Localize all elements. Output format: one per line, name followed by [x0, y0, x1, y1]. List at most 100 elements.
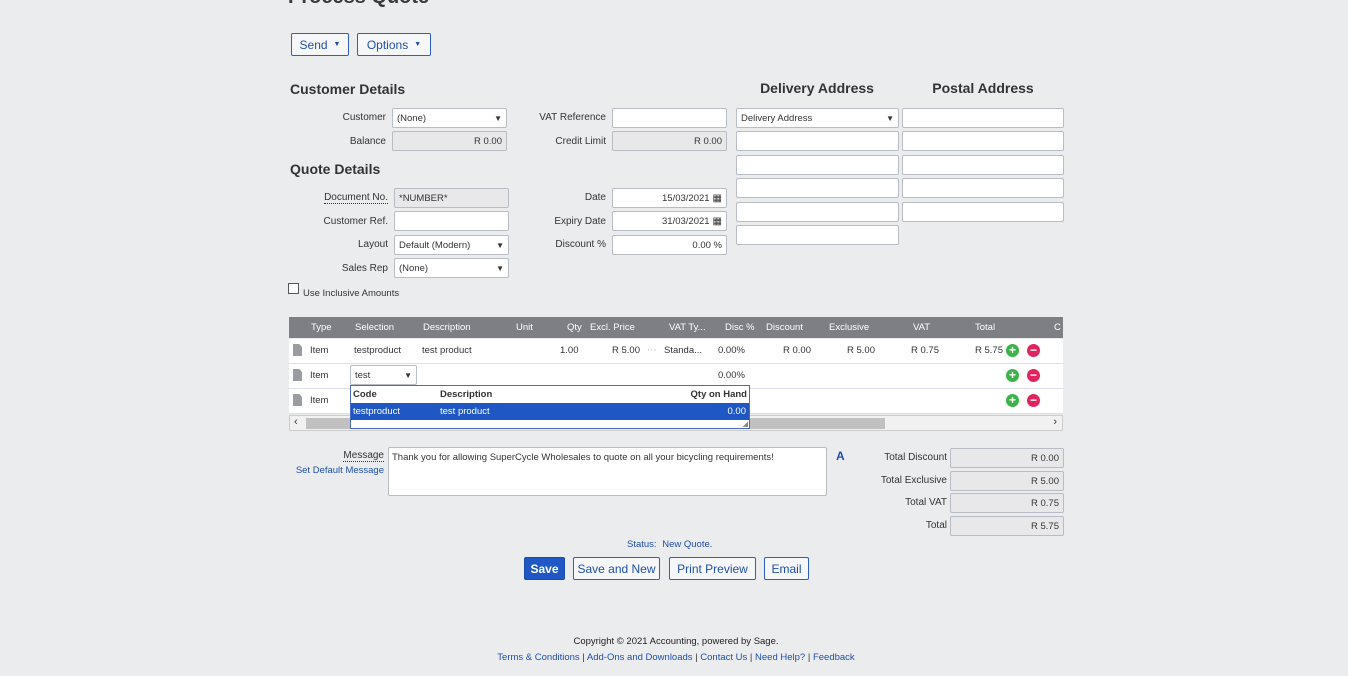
calendar-icon[interactable]: ▦: [713, 216, 722, 227]
col-discount[interactable]: Discount: [766, 322, 803, 333]
col-disc-pct[interactable]: Disc %: [725, 322, 755, 333]
footer-links: Terms & Conditions | Add-Ons and Downloa…: [0, 652, 1348, 663]
table-row[interactable]: Item testproduct test product 1.00 R 5.0…: [289, 339, 1063, 364]
footer-separator: |: [749, 652, 753, 663]
balance-label: Balance: [349, 136, 386, 147]
resize-grip-icon[interactable]: ◢: [743, 420, 748, 428]
col-excl-price[interactable]: Excl. Price: [590, 322, 635, 333]
layout-select[interactable]: Default (Modern) ▼: [394, 235, 509, 255]
discount-label: Discount %: [555, 239, 606, 250]
col-selection[interactable]: Selection: [355, 322, 394, 333]
scroll-left-icon[interactable]: ‹: [294, 416, 298, 428]
postal-address-line[interactable]: [902, 202, 1064, 222]
add-line-icon[interactable]: +: [1006, 344, 1019, 357]
customer-select[interactable]: (None) ▼: [392, 108, 507, 128]
vat-reference-label: VAT Reference: [539, 112, 606, 123]
col-qty[interactable]: Qty: [567, 322, 582, 333]
postal-address-heading: Postal Address: [932, 80, 1034, 96]
total-vat-label: Total VAT: [905, 497, 947, 508]
email-button[interactable]: Email: [764, 557, 809, 580]
total-discount-label: Total Discount: [884, 452, 947, 463]
add-line-icon[interactable]: +: [1006, 394, 1019, 407]
col-type[interactable]: Type: [311, 322, 332, 333]
sales-rep-value: (None): [399, 262, 429, 274]
delivery-address-line[interactable]: [736, 131, 899, 151]
balance-field: R 0.00: [392, 131, 507, 151]
chevron-down-icon: ▼: [496, 263, 504, 273]
postal-address-line[interactable]: [902, 131, 1064, 151]
col-vat-type[interactable]: VAT Ty...: [669, 322, 706, 333]
save-button[interactable]: Save: [524, 557, 565, 580]
customer-details-heading: Customer Details: [290, 81, 406, 97]
lookup-description: test product: [440, 406, 490, 417]
total-exclusive-field: R 5.00: [950, 471, 1064, 491]
delivery-address-line[interactable]: [736, 225, 899, 245]
date-input[interactable]: 15/03/2021 ▦: [612, 188, 727, 208]
status-label: Status:: [627, 539, 657, 550]
calendar-icon[interactable]: ▦: [713, 193, 722, 204]
selection-combobox[interactable]: test ▼: [350, 365, 417, 385]
remove-line-icon[interactable]: −: [1027, 369, 1040, 382]
feedback-link[interactable]: Feedback: [813, 652, 855, 663]
chevron-down-icon[interactable]: ▼: [404, 371, 412, 380]
print-preview-button[interactable]: Print Preview: [669, 557, 756, 580]
help-link[interactable]: Need Help?: [755, 652, 805, 663]
lookup-row-selected[interactable]: testproduct test product 0.00: [351, 403, 749, 420]
cell-vat: R 0.75: [911, 345, 939, 356]
page-title: Process Quote: [288, 0, 429, 9]
delivery-address-value: Delivery Address: [741, 112, 813, 124]
col-unit[interactable]: Unit: [516, 322, 533, 333]
total-exclusive-label: Total Exclusive: [880, 475, 947, 486]
delivery-address-select[interactable]: Delivery Address ▼: [736, 108, 899, 128]
options-button[interactable]: Options ▼: [357, 33, 431, 56]
layout-value: Default (Modern): [399, 239, 471, 251]
cell-disc-pct: 0.00%: [718, 370, 745, 381]
document-icon: [293, 344, 302, 356]
col-vat[interactable]: VAT: [913, 322, 930, 333]
contact-link[interactable]: Contact Us: [700, 652, 747, 663]
remove-line-icon[interactable]: −: [1027, 344, 1040, 357]
postal-address-line[interactable]: [902, 178, 1064, 198]
date-label: Date: [584, 192, 606, 203]
inclusive-amounts-label: Use Inclusive Amounts: [303, 288, 400, 299]
footer-separator: |: [807, 652, 811, 663]
delivery-address-line[interactable]: [736, 202, 899, 222]
options-label: Options: [366, 37, 409, 52]
send-button[interactable]: Send ▼: [291, 33, 349, 56]
font-format-icon[interactable]: A: [836, 449, 845, 463]
chevron-down-icon: ▼: [414, 41, 422, 48]
delivery-address-line[interactable]: [736, 155, 899, 175]
footer-separator: |: [695, 652, 698, 663]
discount-input[interactable]: 0.00 %: [612, 235, 727, 255]
addons-link[interactable]: Add-Ons and Downloads: [587, 652, 693, 663]
sales-rep-select[interactable]: (None) ▼: [394, 258, 509, 278]
col-total[interactable]: Total: [975, 322, 995, 333]
message-textarea[interactable]: Thank you for allowing SuperCycle Wholes…: [388, 447, 827, 496]
terms-link[interactable]: Terms & Conditions: [497, 652, 579, 663]
col-extra[interactable]: C: [1054, 322, 1061, 333]
inclusive-amounts-checkbox[interactable]: [288, 283, 299, 294]
drag-handle-icon[interactable]: ⋯: [647, 345, 657, 356]
set-default-message-link[interactable]: Set Default Message: [290, 465, 384, 476]
customer-ref-input[interactable]: [394, 211, 509, 231]
lookup-col-qty: Qty on Hand: [690, 389, 747, 400]
remove-line-icon[interactable]: −: [1027, 394, 1040, 407]
delivery-address-line[interactable]: [736, 178, 899, 198]
lookup-col-code: Code: [353, 389, 377, 400]
customer-label: Customer: [342, 112, 386, 123]
save-and-new-button[interactable]: Save and New: [573, 557, 660, 580]
status-value: New Quote.: [662, 539, 713, 550]
add-line-icon[interactable]: +: [1006, 369, 1019, 382]
credit-limit-label: Credit Limit: [555, 136, 606, 147]
expiry-date-input[interactable]: 31/03/2021 ▦: [612, 211, 727, 231]
total-label: Total: [925, 520, 947, 531]
col-exclusive[interactable]: Exclusive: [829, 322, 869, 333]
postal-address-line[interactable]: [902, 108, 1064, 128]
document-no-label: Document No.: [324, 192, 388, 204]
col-description[interactable]: Description: [423, 322, 471, 333]
postal-address-line[interactable]: [902, 155, 1064, 175]
cell-discount: R 0.00: [783, 345, 811, 356]
scroll-right-icon[interactable]: ›: [1053, 416, 1057, 428]
total-field: R 5.75: [950, 516, 1064, 536]
vat-reference-input[interactable]: [612, 108, 727, 128]
